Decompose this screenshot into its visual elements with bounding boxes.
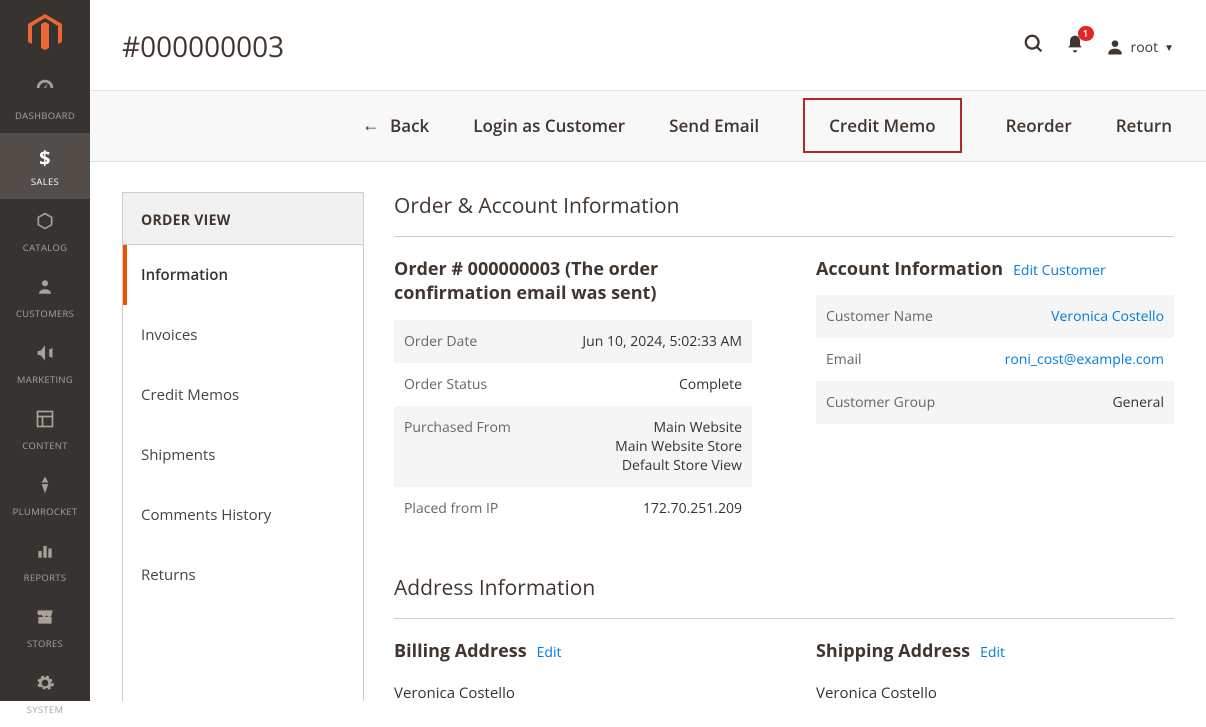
user-menu[interactable]: root ▼: [1105, 37, 1174, 57]
account-info-table: Customer Name Veronica Costello Email ro…: [816, 295, 1174, 424]
return-button[interactable]: Return: [1116, 114, 1172, 137]
row-label: Customer Group: [816, 381, 966, 424]
table-row: Placed from IP 172.70.251.209: [394, 487, 752, 530]
sidebar-item-system[interactable]: SYSTEM: [0, 661, 90, 727]
sidebar-label: SYSTEM: [27, 703, 64, 716]
catalog-icon: [35, 210, 55, 237]
back-button[interactable]: ← Back: [362, 113, 429, 137]
credit-memo-button[interactable]: Credit Memo: [803, 98, 961, 153]
sales-icon: $: [39, 144, 51, 171]
sidebar-item-reports[interactable]: REPORTS: [0, 529, 90, 595]
page-title: #000000003: [122, 28, 284, 66]
content-icon: [35, 408, 55, 435]
sidebar-item-sales[interactable]: $ SALES: [0, 133, 90, 199]
login-as-customer-button[interactable]: Login as Customer: [473, 114, 625, 137]
row-value: 172.70.251.209: [544, 487, 752, 530]
nav-information[interactable]: Information: [123, 245, 363, 305]
shipping-address-column: Shipping Address Edit Veronica Costello: [816, 639, 1174, 701]
sidebar-label: SALES: [31, 175, 59, 188]
sidebar-item-plumrocket[interactable]: PLUMROCKET: [0, 463, 90, 529]
sidebar-label: CUSTOMERS: [16, 307, 74, 320]
arrow-left-icon: ←: [362, 113, 380, 137]
row-value: Complete: [544, 363, 752, 406]
customer-email-link[interactable]: roni_cost@example.com: [1005, 350, 1164, 369]
account-info-title: Account Information: [816, 257, 1003, 281]
sidebar-label: PLUMROCKET: [13, 505, 78, 518]
sidebar-label: STORES: [27, 637, 63, 650]
row-value: Jun 10, 2024, 5:02:33 AM: [544, 320, 752, 363]
order-detail: Order & Account Information Order # 0000…: [394, 192, 1174, 701]
nav-comments-history[interactable]: Comments History: [123, 485, 363, 545]
order-account-section-title: Order & Account Information: [394, 192, 1174, 237]
order-subtitle: Order # 000000003 (The order confirmatio…: [394, 257, 752, 306]
dashboard-icon: [34, 77, 56, 105]
billing-address-column: Billing Address Edit Veronica Costello: [394, 639, 752, 701]
billing-name: Veronica Costello: [394, 677, 752, 701]
row-label: Order Date: [394, 320, 544, 363]
sidebar-label: MARKETING: [17, 373, 73, 386]
edit-shipping-link[interactable]: Edit: [980, 643, 1005, 662]
shipping-address-title: Shipping Address: [816, 639, 970, 663]
sidebar-item-dashboard[interactable]: DASHBOARD: [0, 66, 90, 133]
row-label: Order Status: [394, 363, 544, 406]
address-section-title: Address Information: [394, 574, 1174, 619]
sidebar-label: CATALOG: [23, 241, 68, 254]
billing-address-title: Billing Address: [394, 639, 527, 663]
gear-icon: [35, 672, 55, 699]
customer-name-link[interactable]: Veronica Costello: [1051, 307, 1164, 326]
sidebar-label: CONTENT: [22, 439, 68, 452]
plumrocket-icon: [35, 474, 55, 501]
nav-returns[interactable]: Returns: [123, 545, 363, 605]
order-info-column: Order # 000000003 (The order confirmatio…: [394, 257, 752, 530]
notification-icon[interactable]: 1: [1065, 33, 1085, 61]
order-view-nav-title: ORDER VIEW: [123, 193, 363, 245]
table-row: Customer Group General: [816, 381, 1174, 424]
order-content: ORDER VIEW Information Invoices Credit M…: [122, 162, 1174, 701]
customers-icon: [36, 276, 54, 303]
order-actions-toolbar: ← Back Login as Customer Send Email Cred…: [90, 90, 1206, 162]
sidebar-item-stores[interactable]: STORES: [0, 595, 90, 661]
sidebar-label: DASHBOARD: [15, 109, 75, 122]
account-info-column: Account Information Edit Customer Custom…: [816, 257, 1174, 530]
sidebar-item-content[interactable]: CONTENT: [0, 397, 90, 463]
row-label: Purchased From: [394, 406, 544, 487]
order-info-table: Order Date Jun 10, 2024, 5:02:33 AM Orde…: [394, 320, 752, 530]
admin-sidebar: DASHBOARD $ SALES CATALOG CUSTOMERS MARK…: [0, 0, 90, 701]
sidebar-item-marketing[interactable]: MARKETING: [0, 331, 90, 397]
header-tools: 1 root ▼: [1023, 33, 1174, 61]
chevron-down-icon: ▼: [1164, 40, 1174, 54]
magento-logo[interactable]: [0, 0, 90, 66]
edit-billing-link[interactable]: Edit: [537, 643, 562, 662]
reorder-button[interactable]: Reorder: [1006, 114, 1072, 137]
table-row: Order Status Complete: [394, 363, 752, 406]
table-row: Purchased From Main Website Main Website…: [394, 406, 752, 487]
send-email-button[interactable]: Send Email: [669, 114, 759, 137]
nav-shipments[interactable]: Shipments: [123, 425, 363, 485]
nav-invoices[interactable]: Invoices: [123, 305, 363, 365]
reports-icon: [35, 540, 55, 567]
search-icon[interactable]: [1023, 33, 1045, 61]
row-value: Main Website Main Website Store Default …: [544, 406, 752, 487]
row-label: Email: [816, 338, 966, 381]
row-value: General: [966, 381, 1174, 424]
table-row: Order Date Jun 10, 2024, 5:02:33 AM: [394, 320, 752, 363]
nav-credit-memos[interactable]: Credit Memos: [123, 365, 363, 425]
notification-badge: 1: [1078, 26, 1094, 41]
table-row: Customer Name Veronica Costello: [816, 295, 1174, 338]
sidebar-item-catalog[interactable]: CATALOG: [0, 199, 90, 265]
marketing-icon: [35, 342, 55, 369]
shipping-name: Veronica Costello: [816, 677, 1174, 701]
user-icon: [1105, 37, 1125, 57]
row-label: Customer Name: [816, 295, 966, 338]
main-area: #000000003 1 root ▼: [90, 0, 1206, 701]
table-row: Email roni_cost@example.com: [816, 338, 1174, 381]
order-view-nav: ORDER VIEW Information Invoices Credit M…: [122, 192, 364, 701]
sidebar-item-customers[interactable]: CUSTOMERS: [0, 265, 90, 331]
user-name: root: [1131, 38, 1159, 57]
sidebar-label: REPORTS: [24, 571, 67, 584]
edit-customer-link[interactable]: Edit Customer: [1013, 261, 1106, 280]
page-header: #000000003 1 root ▼: [122, 0, 1174, 90]
stores-icon: [35, 606, 55, 633]
row-label: Placed from IP: [394, 487, 544, 530]
